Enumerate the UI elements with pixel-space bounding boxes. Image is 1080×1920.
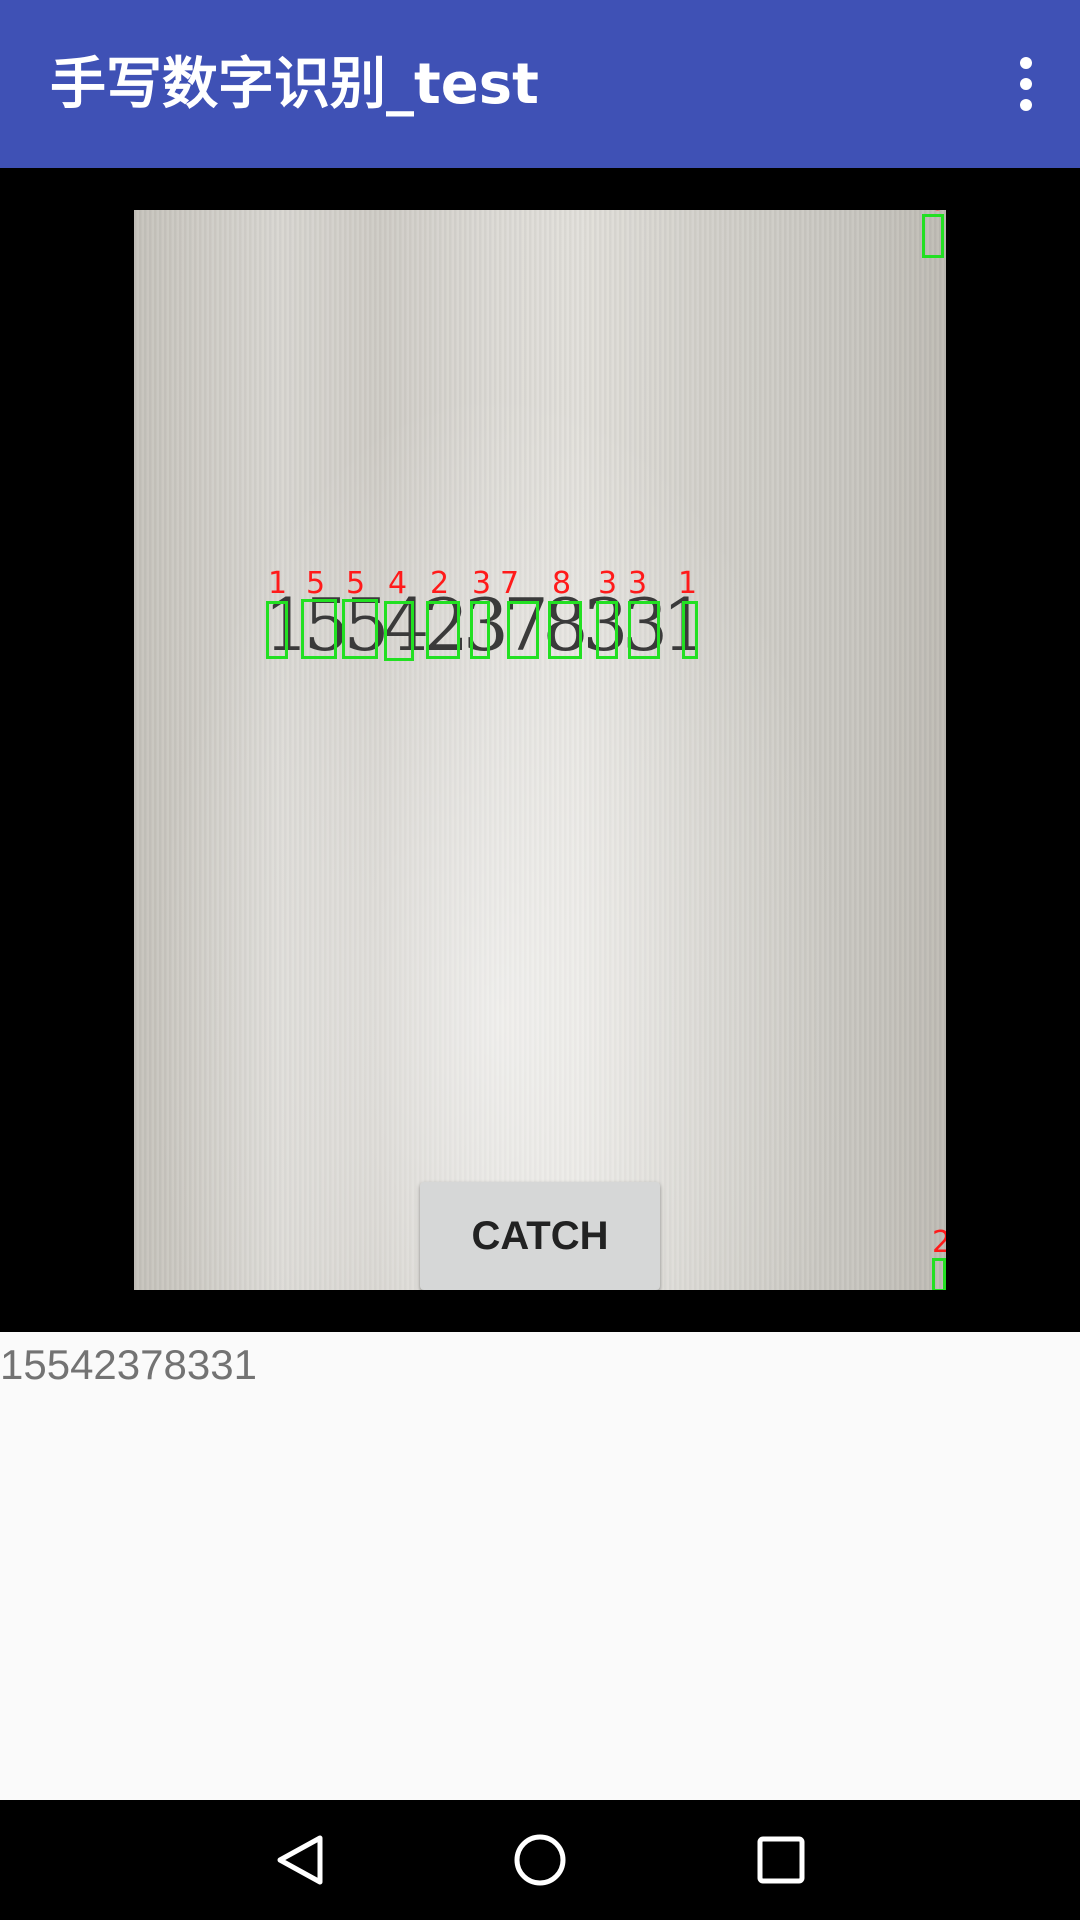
menu-dot <box>1020 78 1032 90</box>
detection-label: 5 <box>306 566 326 601</box>
detection-label: 3 <box>472 566 492 601</box>
detection-box <box>384 601 414 661</box>
more-vert-icon[interactable] <box>992 44 1060 124</box>
captured-photo: 15542378331 1 5 5 4 2 3 7 8 3 3 1 0 <box>134 210 946 1290</box>
detection-label: 4 <box>388 566 408 601</box>
detection-box <box>596 601 618 659</box>
detection-box-edge <box>932 1258 946 1290</box>
menu-dot <box>1020 57 1032 69</box>
detection-label: 2 <box>430 566 450 601</box>
detection-label-edge: 0 <box>928 210 946 216</box>
detection-box-edge <box>922 214 944 258</box>
back-triangle-icon[interactable] <box>260 1830 340 1890</box>
detection-box <box>266 601 288 659</box>
detection-label: 8 <box>552 566 572 601</box>
digit-row: 15542378331 1 5 5 4 2 3 7 8 3 3 1 <box>264 569 724 666</box>
recents-square-icon[interactable] <box>740 1830 820 1890</box>
detection-box <box>507 601 539 659</box>
detection-label: 1 <box>678 566 698 601</box>
app-bar: 手写数字识别_test <box>0 0 1080 168</box>
detection-box <box>470 601 490 659</box>
detection-box <box>426 601 460 659</box>
result-area: 15542378331 <box>0 1332 1080 1800</box>
detection-label: 3 <box>628 566 648 601</box>
home-circle-icon[interactable] <box>500 1830 580 1890</box>
detection-box <box>682 601 698 659</box>
system-nav-bar <box>0 1800 1080 1920</box>
detection-label: 3 <box>598 566 618 601</box>
detection-box <box>301 599 337 659</box>
catch-button[interactable]: CATCH <box>420 1182 660 1290</box>
recognized-number: 15542378331 <box>0 1341 257 1388</box>
detection-box <box>628 601 660 659</box>
detection-label: 1 <box>268 566 288 601</box>
camera-preview-area: 15542378331 1 5 5 4 2 3 7 8 3 3 1 0 <box>0 168 1080 1332</box>
detection-label: 5 <box>346 566 366 601</box>
app-title: 手写数字识别_test <box>50 52 539 117</box>
detection-label-edge: 2 <box>932 1225 946 1260</box>
detection-label: 7 <box>500 566 520 601</box>
detection-box <box>342 599 378 659</box>
detection-box <box>548 601 582 659</box>
menu-dot <box>1020 99 1032 111</box>
